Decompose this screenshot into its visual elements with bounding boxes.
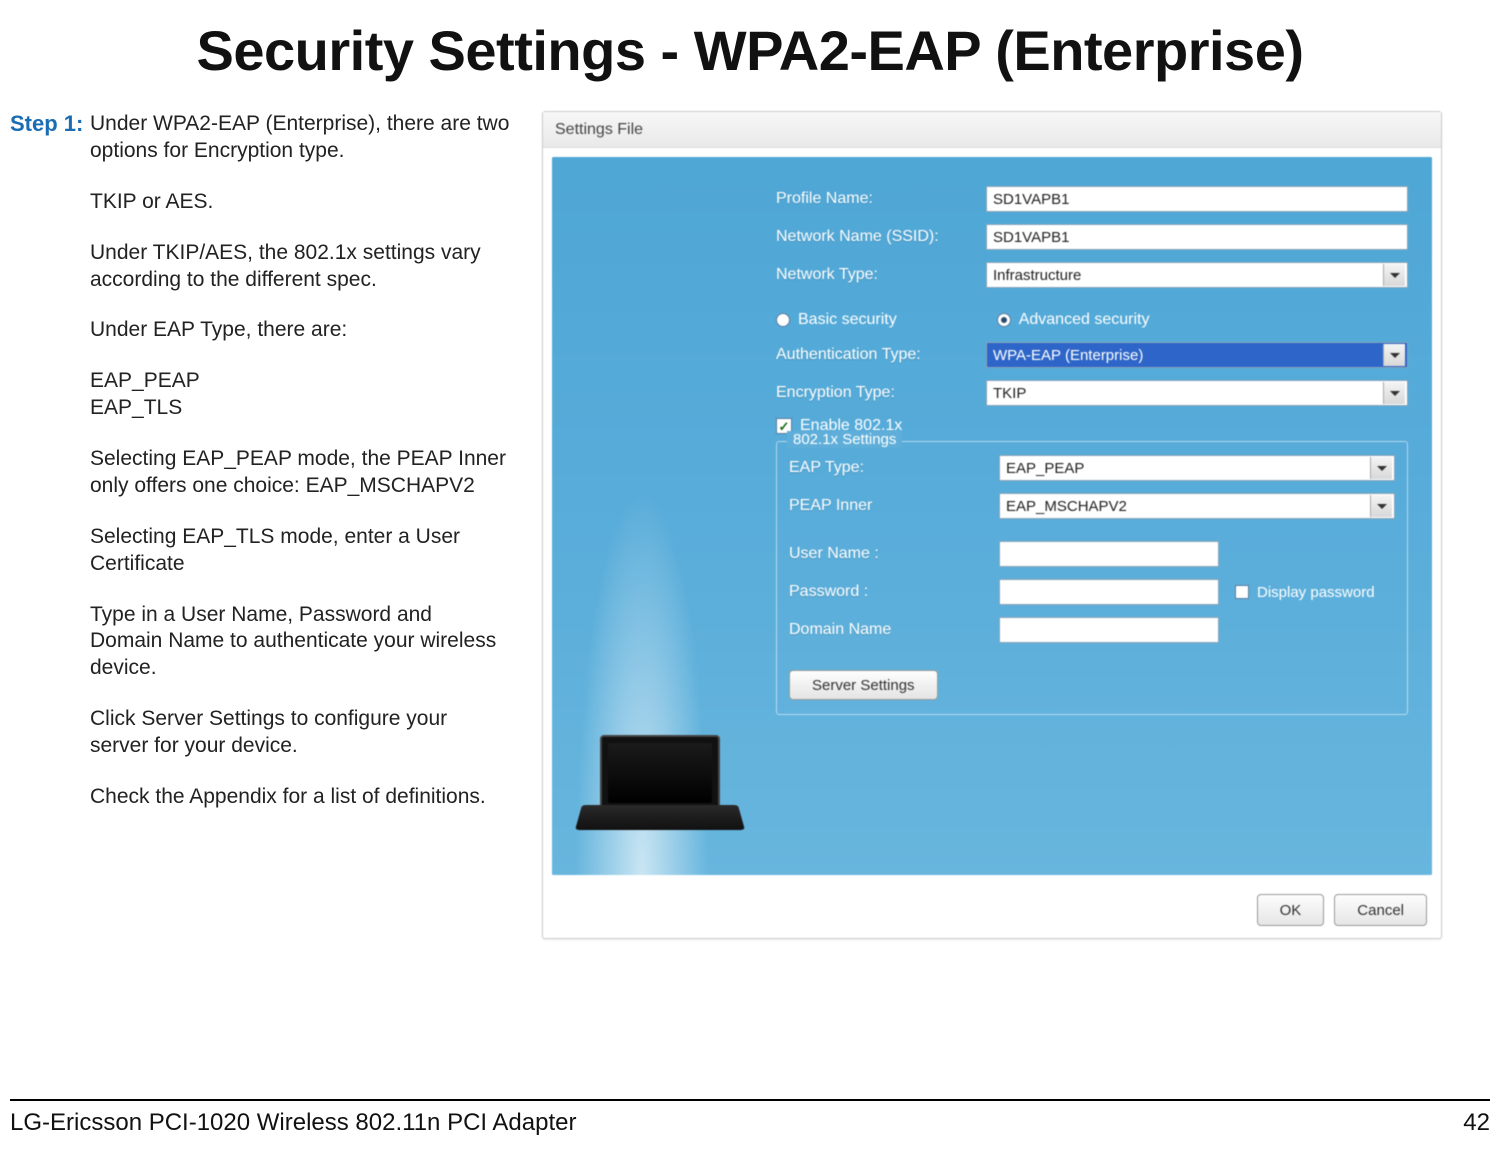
- step-p5a: EAP_PEAP: [90, 368, 510, 395]
- page-title: Security Settings - WPA2-EAP (Enterprise…: [0, 0, 1500, 111]
- chevron-down-icon: [1383, 264, 1405, 286]
- radio-basic-security-label: Basic security: [798, 311, 897, 329]
- label-domain-name: Domain Name: [789, 621, 999, 639]
- select-network-type-value: Infrastructure: [993, 267, 1081, 284]
- select-network-type[interactable]: Infrastructure: [986, 262, 1408, 288]
- dialog-menubar[interactable]: Settings File: [543, 112, 1441, 148]
- radio-advanced-security-label: Advanced security: [1019, 311, 1150, 329]
- menu-settings-file[interactable]: Settings File: [555, 121, 643, 139]
- label-encryption-type: Encryption Type:: [776, 384, 986, 402]
- label-auth-type: Authentication Type:: [776, 346, 986, 364]
- select-encryption-type[interactable]: TKIP: [986, 380, 1408, 406]
- select-auth-type[interactable]: WPA-EAP (Enterprise): [986, 342, 1408, 368]
- step-p7: Selecting EAP_TLS mode, enter a User Cer…: [90, 524, 510, 578]
- step-p3: Under TKIP/AES, the 802.1x settings vary…: [90, 240, 510, 294]
- label-ssid: Network Name (SSID):: [776, 228, 986, 246]
- step-p1: Under WPA2-EAP (Enterprise), there are t…: [90, 111, 510, 165]
- input-profile-name[interactable]: [986, 186, 1408, 212]
- step-p6: Selecting EAP_PEAP mode, the PEAP Inner …: [90, 446, 510, 500]
- settings-dialog: Settings File Profile Name:: [542, 111, 1442, 939]
- chevron-down-icon: [1383, 344, 1405, 366]
- input-domain-name[interactable]: [999, 617, 1219, 643]
- step-p9: Click Server Settings to configure your …: [90, 706, 510, 760]
- select-peap-inner[interactable]: EAP_MSCHAPV2: [999, 493, 1395, 519]
- checkbox-display-password-label: Display password: [1257, 584, 1375, 601]
- chevron-down-icon: [1370, 457, 1392, 479]
- select-eap-type[interactable]: EAP_PEAP: [999, 455, 1395, 481]
- chevron-down-icon: [1383, 382, 1405, 404]
- checkbox-icon: [1235, 585, 1249, 599]
- input-ssid[interactable]: [986, 224, 1408, 250]
- step-p4: Under EAP Type, there are:: [90, 317, 510, 344]
- ok-button[interactable]: OK: [1257, 894, 1325, 926]
- cancel-button[interactable]: Cancel: [1334, 894, 1427, 926]
- step-label: Step 1:: [10, 111, 90, 939]
- radio-icon: [776, 313, 790, 327]
- label-user-name: User Name :: [789, 545, 999, 563]
- server-settings-button[interactable]: Server Settings: [789, 670, 938, 700]
- select-peap-inner-value: EAP_MSCHAPV2: [1006, 498, 1127, 515]
- step-p5b: EAP_TLS: [90, 395, 510, 422]
- input-user-name[interactable]: [999, 541, 1219, 567]
- label-password: Password :: [789, 583, 999, 601]
- fieldset-legend: 802.1x Settings: [787, 431, 902, 448]
- label-profile-name: Profile Name:: [776, 190, 986, 208]
- chevron-down-icon: [1370, 495, 1392, 517]
- label-peap-inner: PEAP Inner: [789, 497, 999, 515]
- label-eap-type: EAP Type:: [789, 459, 999, 477]
- step-p2: TKIP or AES.: [90, 189, 510, 216]
- select-eap-type-value: EAP_PEAP: [1006, 460, 1084, 477]
- footer-page-number: 42: [1463, 1109, 1490, 1137]
- radio-basic-security[interactable]: Basic security: [776, 311, 897, 329]
- fieldset-8021x-settings: 802.1x Settings EAP Type: EAP_PEAP: [776, 441, 1408, 715]
- label-network-type: Network Type:: [776, 266, 986, 284]
- checkbox-display-password[interactable]: Display password: [1235, 584, 1375, 601]
- footer-product-name: LG-Ericsson PCI-1020 Wireless 802.11n PC…: [10, 1109, 576, 1137]
- select-encryption-type-value: TKIP: [993, 385, 1026, 402]
- step-p8: Type in a User Name, Password and Domain…: [90, 602, 510, 683]
- radio-advanced-security[interactable]: Advanced security: [997, 311, 1150, 329]
- radio-icon: [997, 313, 1011, 327]
- input-password[interactable]: [999, 579, 1219, 605]
- step-body: Under WPA2-EAP (Enterprise), there are t…: [90, 111, 510, 939]
- select-auth-type-value: WPA-EAP (Enterprise): [993, 347, 1143, 364]
- step-p10: Check the Appendix for a list of definit…: [90, 784, 510, 811]
